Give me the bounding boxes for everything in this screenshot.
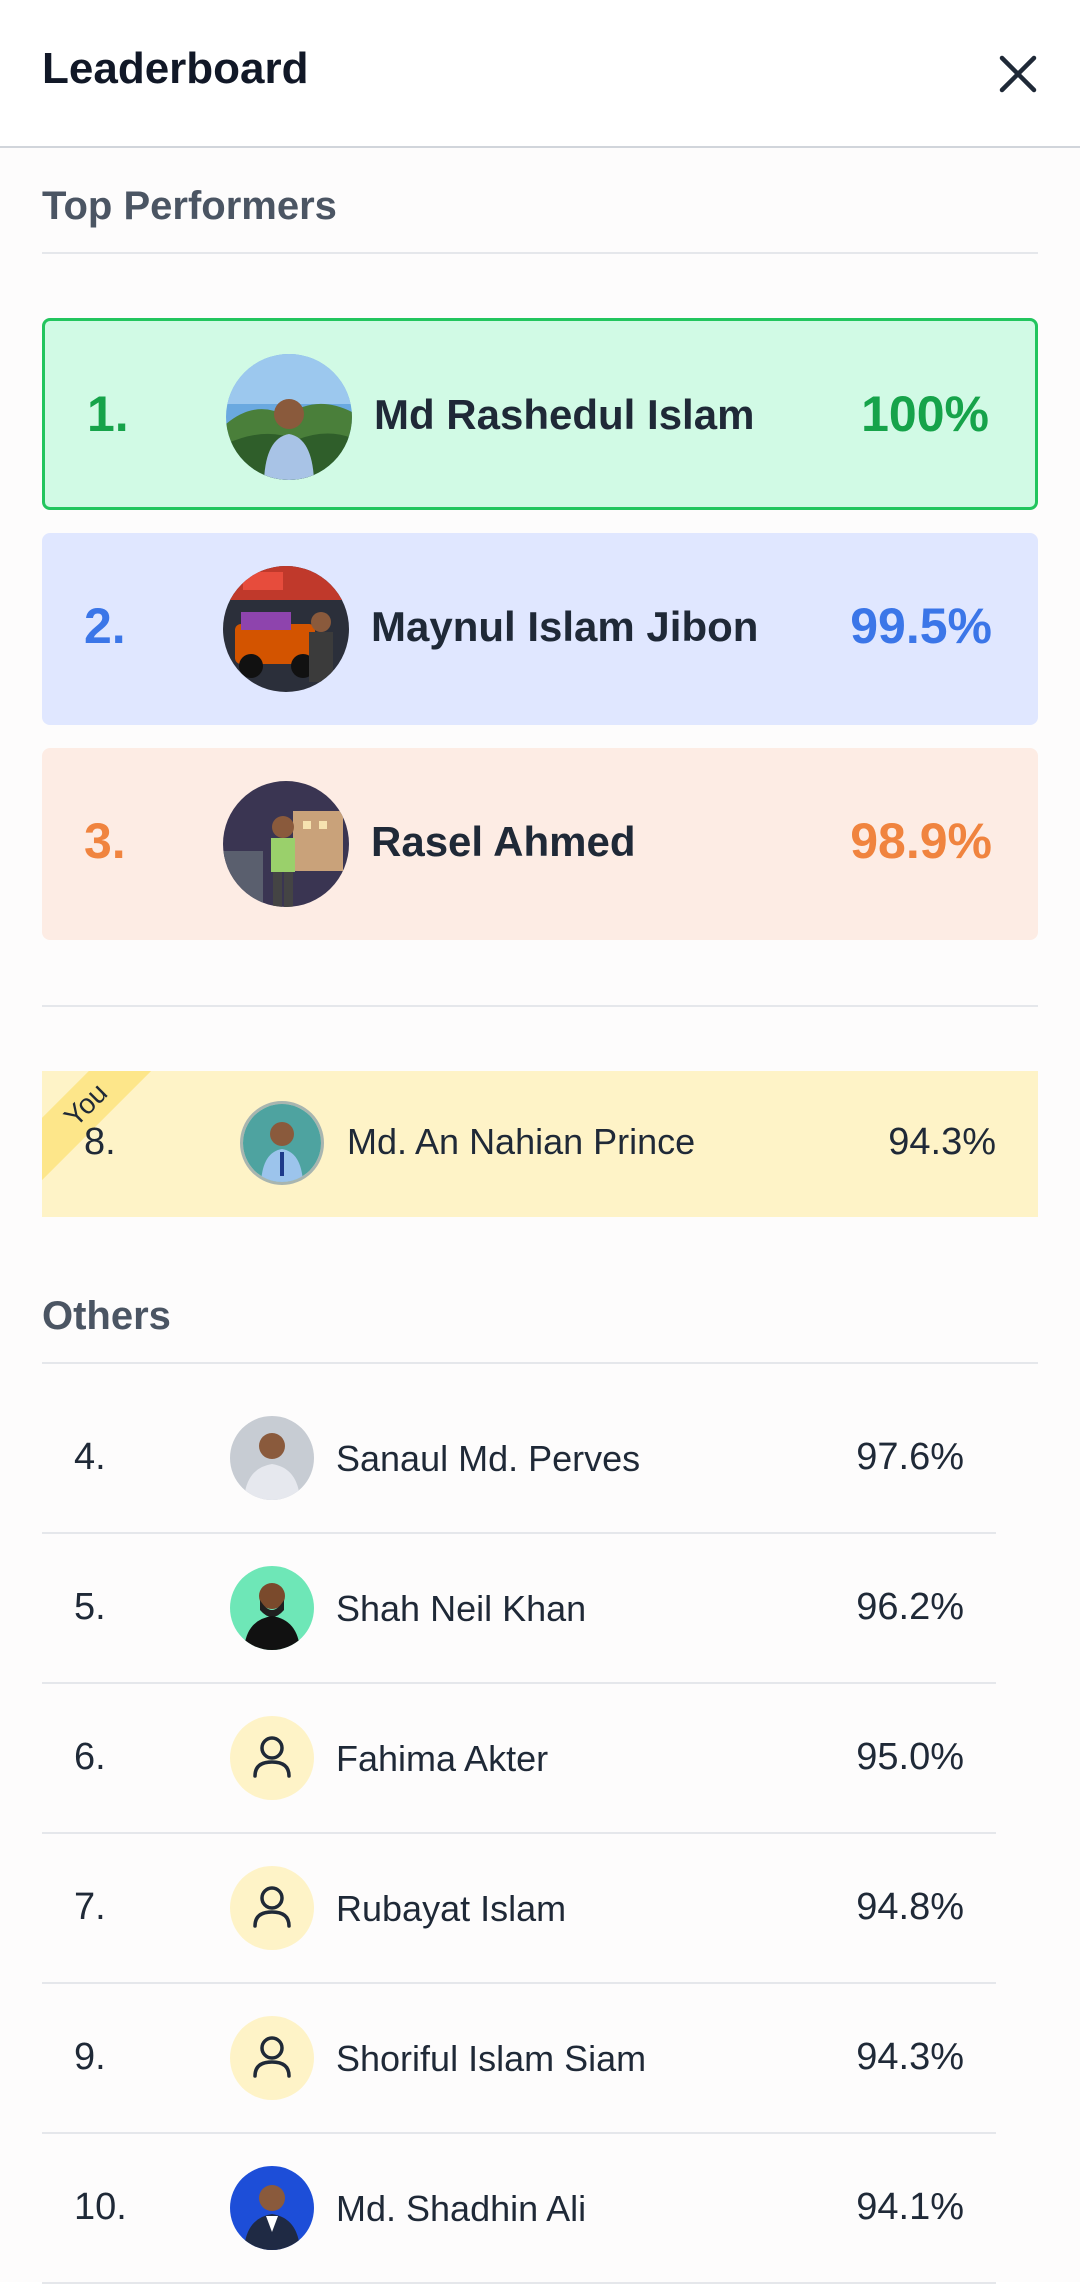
member-name: Shoriful Islam Siam — [336, 2038, 647, 2079]
member-score: 94.8% — [856, 1886, 964, 1928]
user-icon — [230, 2016, 314, 2100]
member-name: Md. Shadhin Ali — [336, 2188, 587, 2229]
rank-number: 8. — [84, 1121, 116, 1163]
close-button[interactable] — [992, 48, 1044, 100]
performer-name: Maynul Islam Jibon — [371, 603, 759, 650]
current-user-card[interactable]: You 8. Md. An Nahian Prince 94.3% — [42, 1071, 1038, 1217]
close-icon — [999, 55, 1037, 93]
performer-name: Rasel Ahmed — [371, 818, 636, 865]
member-name: Shah Neil Khan — [336, 1588, 587, 1629]
rank-number: 10. — [74, 2186, 127, 2228]
list-item[interactable]: 7. Rubayat Islam 94.8% — [42, 1834, 996, 1984]
list-item[interactable]: 5. Shah Neil Khan 96.2% — [42, 1534, 996, 1684]
member-score: 95.0% — [856, 1736, 964, 1778]
avatar — [223, 566, 349, 692]
others-heading: Others — [42, 1294, 171, 1338]
top-performer-card-3[interactable]: 3. Rasel Ahmed 98.9% — [42, 748, 1038, 940]
avatar — [226, 354, 352, 480]
rank-number: 9. — [74, 2036, 106, 2078]
list-item[interactable]: 9. Shoriful Islam Siam 94.3% — [42, 1984, 996, 2134]
performer-score: 99.5% — [850, 598, 992, 654]
page-title: Leaderboard — [42, 44, 309, 93]
rank-number: 5. — [74, 1586, 106, 1628]
top-performer-card-2[interactable]: 2. Maynul Islam Jibon 99.5% — [42, 533, 1038, 725]
header: Leaderboard — [0, 0, 1080, 148]
top-performers-heading: Top Performers — [42, 184, 337, 228]
list-item[interactable]: 10. Md. Shadhin Ali 94.1% — [42, 2134, 996, 2284]
member-score: 96.2% — [856, 1586, 964, 1628]
rank-number: 7. — [74, 1886, 106, 1928]
user-icon — [230, 1866, 314, 1950]
member-score: 97.6% — [856, 1436, 964, 1478]
avatar — [240, 1101, 324, 1185]
avatar — [230, 1416, 314, 1500]
avatar — [223, 781, 349, 907]
top-performer-card-1[interactable]: 1. Md Rashedul Islam 100% — [42, 318, 1038, 510]
divider — [42, 252, 1038, 254]
divider — [42, 1005, 1038, 1007]
member-name: Sanaul Md. Perves — [336, 1438, 641, 1479]
rank-number: 2. — [84, 598, 126, 654]
list-item[interactable]: 6. Fahima Akter 95.0% — [42, 1684, 996, 1834]
member-score: 94.3% — [856, 2036, 964, 2078]
list-item[interactable]: 4. Sanaul Md. Perves 97.6% — [42, 1384, 996, 1534]
member-score: 94.1% — [856, 2186, 964, 2228]
performer-name: Md Rashedul Islam — [374, 391, 755, 438]
divider — [42, 1362, 1038, 1364]
performer-score: 98.9% — [850, 813, 992, 869]
rank-number: 4. — [74, 1436, 106, 1478]
user-name: Md. An Nahian Prince — [347, 1121, 696, 1162]
rank-number: 6. — [74, 1736, 106, 1778]
leaderboard-screen: Leaderboard Top Performers 1. Md Rashedu… — [0, 0, 1080, 2284]
member-name: Fahima Akter — [336, 1738, 549, 1779]
member-name: Rubayat Islam — [336, 1888, 567, 1929]
performer-score: 100% — [861, 386, 989, 442]
avatar — [230, 1566, 314, 1650]
rank-number: 3. — [84, 813, 126, 869]
user-icon — [230, 1716, 314, 1800]
user-score: 94.3% — [888, 1121, 996, 1163]
rank-number: 1. — [87, 386, 129, 442]
avatar — [230, 2166, 314, 2250]
